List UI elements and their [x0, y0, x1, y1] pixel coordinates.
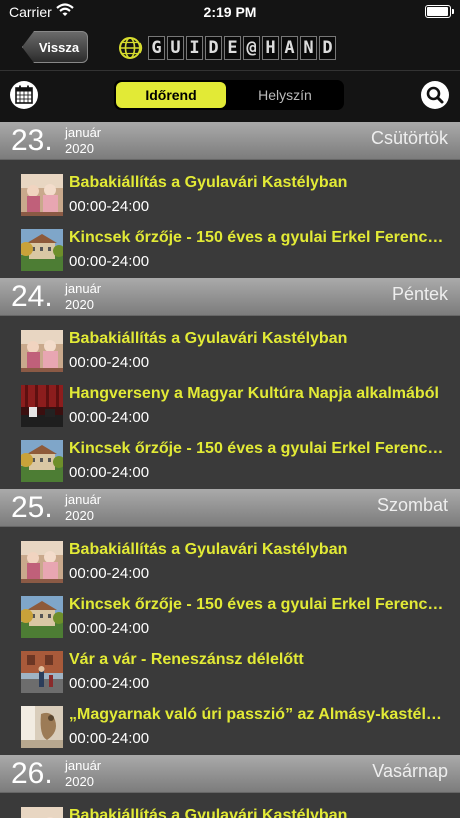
event-title: Babakiállítás a Gyulavári Kastélyban — [69, 174, 348, 191]
day-weekday: Csütörtök — [370, 128, 448, 148]
event-row[interactable]: Kincsek őrzője - 150 éves a gyulai Erkel… — [0, 590, 460, 645]
event-row[interactable]: Babakiállítás a Gyulavári Kastélyban 00:0… — [0, 535, 460, 590]
back-button[interactable]: Vissza — [22, 31, 88, 63]
day-header: 24. január 2020 Péntek — [0, 278, 460, 316]
logo-letter: H — [262, 36, 279, 60]
logo-letter: D — [319, 36, 336, 60]
day-number: 23. — [11, 124, 53, 157]
view-segmented-control: Időrend Helyszín — [114, 80, 344, 110]
event-title: Babakiállítás a Gyulavári Kastélyban — [69, 541, 348, 558]
event-row[interactable]: „Magyarnak való úri passzió” az Almásy-k… — [0, 700, 460, 755]
event-title: Kincsek őrzője - 150 éves a gyulai Erkel… — [69, 229, 447, 246]
event-thumbnail — [21, 330, 63, 372]
status-time: 2:19 PM — [203, 4, 257, 20]
calendar-button[interactable] — [10, 81, 38, 109]
event-title: Kincsek őrzője - 150 éves a gyulai Erkel… — [69, 596, 447, 613]
day-number: 26. — [11, 757, 53, 790]
logo-letter: @ — [243, 36, 260, 60]
day-weekday: Szombat — [376, 495, 448, 515]
globe-icon — [119, 37, 143, 59]
logo-letter: I — [186, 36, 203, 60]
event-title: Babakiállítás a Gyulavári Kastélyban — [69, 330, 348, 347]
event-thumbnail — [21, 229, 63, 271]
day-month: január — [65, 281, 102, 296]
event-title: Babakiállítás a Gyulavári Kastélyban — [69, 807, 348, 818]
event-row[interactable]: Vár a vár - Reneszánsz délelőtt 00:00-24:… — [0, 645, 460, 700]
event-title: Vár a vár - Reneszánsz délelőtt — [69, 651, 304, 668]
calendar-icon — [15, 85, 33, 104]
back-button-label: Vissza — [38, 39, 80, 55]
event-time: 00:00-24:00 — [69, 198, 150, 215]
logo-letter: G — [148, 36, 165, 60]
day-number: 24. — [11, 280, 53, 313]
day-year: 2020 — [65, 297, 94, 312]
logo-letter: U — [167, 36, 184, 60]
event-time: 00:00-24:00 — [69, 565, 150, 582]
battery-icon — [425, 5, 454, 18]
event-row[interactable]: Kincsek őrzője - 150 éves a gyulai Erkel… — [0, 434, 460, 489]
event-time: 00:00-24:00 — [69, 730, 150, 747]
day-year: 2020 — [65, 141, 94, 156]
event-thumbnail — [21, 385, 63, 427]
app-logo: G U I D E @ H A N D — [118, 34, 338, 62]
day-header: 23. január 2020 Csütörtök — [0, 122, 460, 160]
day-weekday: Vasárnap — [372, 761, 448, 781]
event-thumbnail — [21, 541, 63, 583]
event-thumbnail — [21, 807, 63, 818]
day-weekday: Péntek — [391, 284, 448, 304]
event-row[interactable]: Babakiállítás a Gyulavári Kastélyban 00:0… — [0, 168, 460, 223]
event-time: 00:00-24:00 — [69, 409, 150, 426]
day-month: január — [65, 492, 102, 507]
event-title: „Magyarnak való úri passzió” az Almásy-k… — [69, 706, 447, 723]
toolbar: Időrend Helyszín — [0, 70, 460, 123]
navigation-bar: Vissza G U I D E @ H A N D — [0, 24, 460, 70]
event-row[interactable]: Babakiállítás a Gyulavári Kastélyban 00:0… — [0, 324, 460, 379]
segment-helyszin[interactable]: Helyszín — [228, 82, 342, 108]
day-year: 2020 — [65, 774, 94, 789]
event-time: 00:00-24:00 — [69, 253, 150, 270]
segment-idorend[interactable]: Időrend — [116, 82, 226, 108]
event-row[interactable]: Hangverseny a Magyar Kultúra Napja alkal… — [0, 379, 460, 434]
event-title: Hangverseny a Magyar Kultúra Napja alkal… — [69, 385, 439, 402]
day-header: 26. január 2020 Vasárnap — [0, 755, 460, 793]
day-header: 25. január 2020 Szombat — [0, 489, 460, 527]
event-row[interactable]: Babakiállítás a Gyulavári Kastélyban00:0… — [0, 801, 460, 818]
event-thumbnail — [21, 440, 63, 482]
event-time: 00:00-24:00 — [69, 464, 150, 481]
event-row[interactable]: Kincsek őrzője - 150 éves a gyulai Erkel… — [0, 223, 460, 278]
event-time: 00:00-24:00 — [69, 354, 150, 371]
day-year: 2020 — [65, 508, 94, 523]
day-month: január — [65, 125, 102, 140]
event-thumbnail — [21, 706, 63, 748]
logo-letter: E — [224, 36, 241, 60]
event-time: 00:00-24:00 — [69, 620, 150, 637]
logo-letter: N — [300, 36, 317, 60]
event-thumbnail — [21, 174, 63, 216]
status-bar: Carrier 2:19 PM — [0, 0, 460, 24]
logo-letter: A — [281, 36, 298, 60]
day-number: 25. — [11, 491, 53, 524]
day-month: január — [65, 758, 102, 773]
event-list[interactable]: 23. január 2020 Csütörtök Babakiállítás a Gy… — [0, 122, 460, 818]
event-thumbnail — [21, 596, 63, 638]
event-thumbnail — [21, 651, 63, 693]
event-time: 00:00-24:00 — [69, 675, 150, 692]
search-icon — [426, 86, 444, 104]
logo-letter: D — [205, 36, 222, 60]
logo-wordmark: G U I D E @ H A N D — [148, 36, 338, 60]
search-button[interactable] — [421, 81, 449, 109]
event-title: Kincsek őrzője - 150 éves a gyulai Erkel… — [69, 440, 447, 457]
